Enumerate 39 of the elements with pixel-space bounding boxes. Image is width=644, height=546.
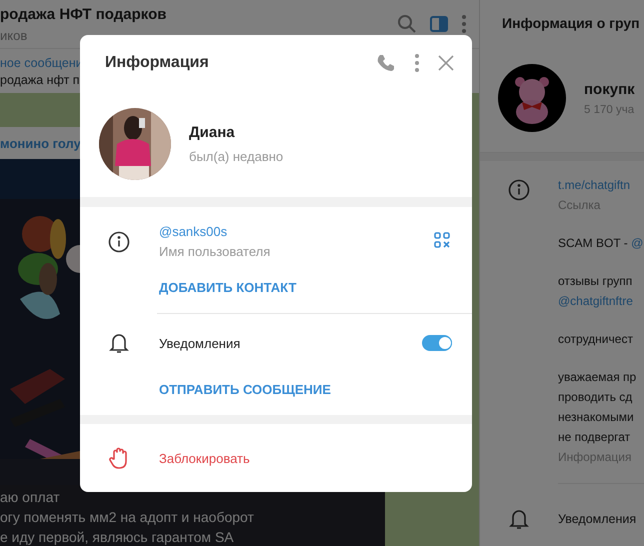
dialog-title: Информация [105,54,210,72]
add-contact-button[interactable]: ДОБАВИТЬ КОНТАКТ [159,278,296,298]
more-icon[interactable] [414,53,420,73]
send-message-button[interactable]: ОТПРАВИТЬ СООБЩЕНИЕ [159,380,331,400]
group-link[interactable]: t.me/chatgiftn [558,175,644,195]
notifications-toggle[interactable] [422,335,452,351]
block-button[interactable]: Заблокировать [157,450,250,466]
description-line: SCAM BOT - @ [558,236,644,250]
link[interactable]: @chatgiftnftre [558,294,633,308]
sidebar-icon[interactable] [429,14,449,34]
message-text: огу поменять мм2 на адопт и наоборот [0,508,254,527]
group-name: покупк [584,80,635,98]
description-line: проводить сд [558,390,632,404]
chat-subtitle: иков [0,28,28,42]
link[interactable]: @ [631,236,644,250]
contact-name: Диана [189,124,236,141]
panel-title: Информация о груп [501,14,641,33]
description-line: сотрудничест [558,332,633,346]
qr-code-icon[interactable] [434,232,450,248]
info-icon [508,179,530,201]
description-line: уважаемая пр [558,370,636,384]
close-icon[interactable] [438,55,454,71]
bell-icon [108,332,128,354]
chat-title: родажа НФТ подарков [0,6,168,22]
description-line: не подвергат [558,430,630,444]
hand-icon [108,447,128,469]
info-icon [108,231,130,253]
description-line: незнакомыми [558,410,634,424]
description-line: отзывы групп [558,274,632,288]
search-icon[interactable] [397,14,417,34]
username-label: Имя пользователя [159,243,270,261]
bell-icon [509,508,529,530]
message-text: аю оплат [0,488,60,507]
notifications-label: Уведомления [558,512,636,526]
phone-icon[interactable] [376,53,396,73]
message-text: е иду первой, являюсь гарантом SA [0,528,234,546]
notifications-label: Уведомления [158,336,242,350]
username[interactable]: @sanks00s [159,222,228,242]
more-icon[interactable] [461,14,467,34]
